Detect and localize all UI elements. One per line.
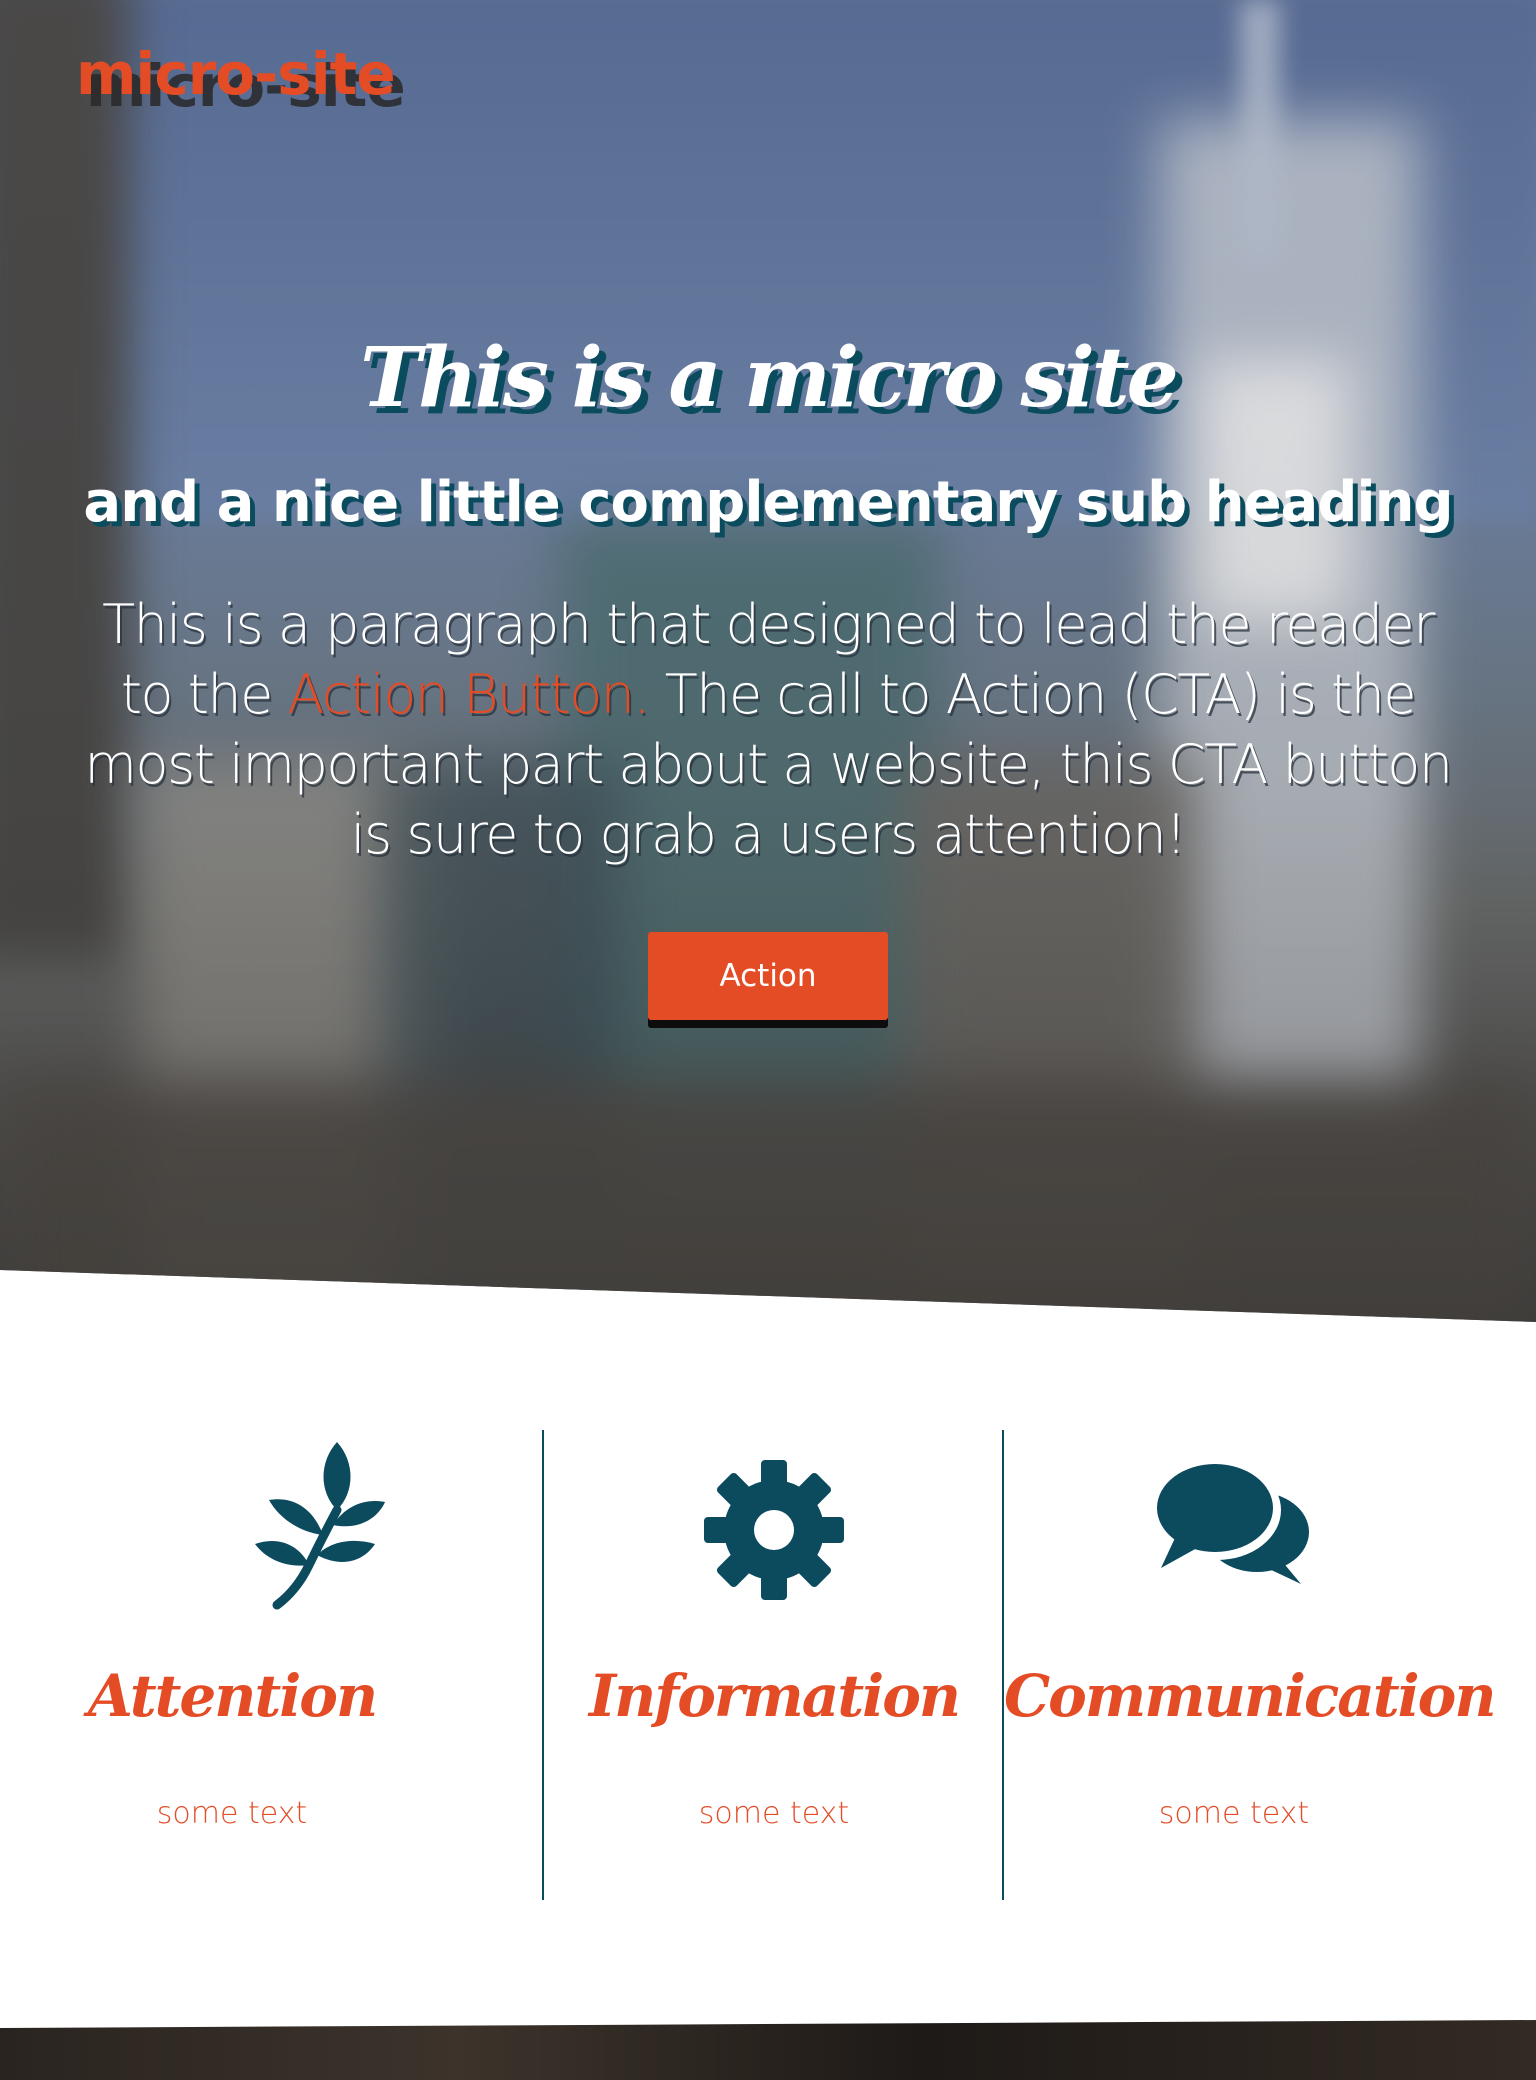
gear-icon	[699, 1440, 849, 1610]
feature-information: Information some text	[542, 1430, 1004, 1900]
next-section-edge	[0, 2020, 1536, 2080]
hero-title: This is a micro site	[360, 330, 1179, 426]
leaf-icon	[237, 1440, 387, 1610]
feature-attention: Attention some text	[82, 1430, 542, 1900]
feature-text: some text	[698, 1796, 850, 1831]
feature-title: Information	[588, 1662, 961, 1730]
action-button[interactable]: Action	[648, 932, 888, 1020]
feature-text: some text	[156, 1796, 308, 1831]
hero-subtitle: and a nice little complementary sub head…	[83, 470, 1453, 535]
features-section: Attention some text Information some tex…	[0, 1430, 1536, 1900]
hero-paragraph: This is a paragraph that designed to lea…	[78, 590, 1458, 870]
feature-title: Attention	[87, 1662, 378, 1730]
hero-section: micro-site This is a micro site and a ni…	[0, 0, 1536, 1322]
feature-text: some text	[1158, 1796, 1310, 1831]
chat-bubbles-icon	[1153, 1440, 1309, 1610]
feature-communication: Communication some text	[1002, 1430, 1497, 1900]
feature-title: Communication	[1004, 1662, 1497, 1730]
action-button-reference: Action Button.	[287, 663, 650, 726]
site-logo[interactable]: micro-site	[76, 40, 396, 108]
